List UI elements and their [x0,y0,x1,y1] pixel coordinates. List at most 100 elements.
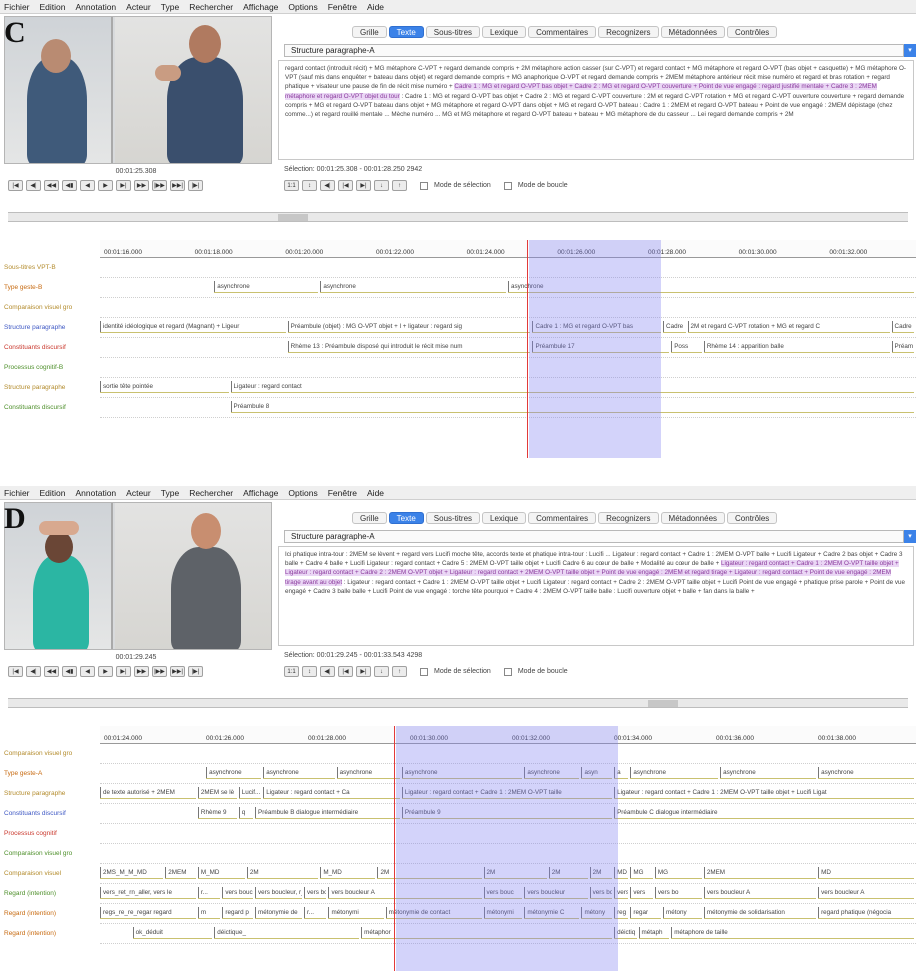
media-button[interactable]: ▶▶| [170,180,185,191]
time-cursor[interactable] [394,726,395,971]
selection-mode-checkbox[interactable] [420,181,428,190]
tab-controles[interactable]: Contrôles [727,512,778,524]
chevron-down-icon[interactable]: ▾ [904,44,916,57]
tier-label[interactable]: Regard (intention) [0,924,100,944]
timeline-view[interactable]: 00:01:16.000 00:01:18.000 00:01:20.000 00:0… [0,240,916,458]
media-button[interactable]: |▶▶ [152,180,167,191]
media-button[interactable]: |◀ [8,666,23,677]
overview-scrollbar[interactable] [8,212,908,222]
tier-track[interactable]: identité idéologique et regard (Magnant)… [100,318,916,338]
tab-texte[interactable]: Texte [388,26,424,38]
tier-label[interactable]: Structure paragraphe [0,378,100,398]
media-button[interactable]: ◀| [26,180,41,191]
media-button[interactable]: ◀| [26,666,41,677]
text-view[interactable]: regard contact (introduit récit) + MG mé… [278,60,914,160]
annotation-button[interactable]: |◀ [338,666,353,677]
timeline-view[interactable]: 00:01:24.000 00:01:26.000 00:01:28.000 00:0… [0,726,916,971]
tab-recognizers[interactable]: Recognizers [598,26,659,38]
tier-label[interactable]: Type geste-A [0,764,100,784]
tier-label[interactable]: Processus cognitif [0,824,100,844]
play-button[interactable]: ▶ [98,666,113,677]
annotation-button[interactable]: 1:1 [284,180,299,191]
media-button[interactable]: |▶▶ [152,666,167,677]
tier-track[interactable]: Rhème 13 : Préambule disposé qui introdu… [100,338,916,358]
menu-rechercher[interactable]: Rechercher [189,488,233,498]
loop-mode-checkbox[interactable] [503,667,512,676]
tier-label[interactable]: Comparaison visuel [0,864,100,884]
tab-commentaires[interactable]: Commentaires [528,512,597,524]
tier-label[interactable]: Constituants discursif [0,804,100,824]
annotation-button[interactable]: ↑ [392,666,407,677]
menu-affichage[interactable]: Affichage [243,2,278,12]
menu-aide[interactable]: Aide [367,2,384,12]
tier-track[interactable] [100,358,916,378]
tab-grille[interactable]: Grille [352,512,387,524]
video-player[interactable] [4,16,272,164]
loop-mode-checkbox[interactable] [503,181,512,190]
overview-thumb[interactable] [278,214,308,221]
menu-options[interactable]: Options [288,488,317,498]
annotation-button[interactable]: ▶| [356,180,371,191]
tier-select[interactable]: Structure paragraphe-A [284,44,904,57]
tier-track[interactable] [100,298,916,318]
tier-label[interactable]: Processus cognitif-B [0,358,100,378]
tier-label[interactable]: Comparaison visuel gro [0,744,100,764]
menu-edition[interactable]: Edition [40,488,66,498]
tier-label[interactable]: Structure paragraphe [0,784,100,804]
media-button[interactable]: ▶▶ [134,666,149,677]
overview-thumb[interactable] [648,700,678,707]
time-ruler[interactable]: 00:01:16.000 00:01:18.000 00:01:20.000 00:0… [100,240,916,258]
media-button[interactable]: ◀◀ [44,180,59,191]
tier-label[interactable]: Regard (intention) [0,904,100,924]
tier-track[interactable] [100,258,916,278]
menu-type[interactable]: Type [161,488,179,498]
menu-acteur[interactable]: Acteur [126,2,151,12]
menu-edition[interactable]: Edition [40,2,66,12]
menu-rechercher[interactable]: Rechercher [189,2,233,12]
play-button[interactable]: ▶ [98,180,113,191]
annotation-button[interactable]: ↕ [302,180,317,191]
annotation-button[interactable]: ◀| [320,180,335,191]
media-button[interactable]: ◀▮ [62,180,77,191]
annotation-button[interactable]: 1:1 [284,666,299,677]
tab-texte[interactable]: Texte [388,512,424,524]
tier-label[interactable]: Comparaison visuel gro [0,298,100,318]
tier-label[interactable]: Regard (intention) [0,884,100,904]
media-button[interactable]: ◀ [80,180,95,191]
media-button[interactable]: |◀ [8,180,23,191]
tab-grille[interactable]: Grille [352,26,387,38]
tab-lexique[interactable]: Lexique [482,512,527,524]
selection-region[interactable] [529,240,661,458]
tier-track[interactable]: sortie tête pointée Ligateur : regard con… [100,378,916,398]
tier-label[interactable]: Comparaison visuel gro [0,844,100,864]
annotation-button[interactable]: |◀ [338,180,353,191]
annotation-button[interactable]: ↓ [374,180,389,191]
menu-options[interactable]: Options [288,2,317,12]
annotation-button[interactable]: ↕ [302,666,317,677]
tier-label[interactable]: Constituants discursif [0,398,100,418]
tier-select[interactable]: Structure paragraphe-A [284,530,904,543]
tier-label[interactable]: Structure paragraphe [0,318,100,338]
tier-label[interactable]: Sous-titres VPT-B [0,258,100,278]
menu-fichier[interactable]: Fichier [4,2,30,12]
tab-lexique[interactable]: Lexique [482,26,527,38]
selection-mode-checkbox[interactable] [420,667,428,676]
media-button[interactable]: ▶| [116,666,131,677]
menu-fenetre[interactable]: Fenêtre [328,2,357,12]
annotation-button[interactable]: ◀| [320,666,335,677]
media-button[interactable]: ◀▮ [62,666,77,677]
menu-aide[interactable]: Aide [367,488,384,498]
tier-label[interactable]: Constituants discursif [0,338,100,358]
menu-acteur[interactable]: Acteur [126,488,151,498]
tab-recognizers[interactable]: Recognizers [598,512,659,524]
overview-scrollbar[interactable] [8,698,908,708]
tier-label[interactable]: Type geste-B [0,278,100,298]
video-player[interactable] [4,502,272,650]
tier-track[interactable]: asynchroneasynchroneasynchrone [100,278,916,298]
menu-affichage[interactable]: Affichage [243,488,278,498]
tab-controles[interactable]: Contrôles [727,26,778,38]
menu-annotation[interactable]: Annotation [76,488,117,498]
media-button[interactable]: |▶| [188,666,203,677]
media-button[interactable]: ▶▶ [134,180,149,191]
annotation-button[interactable]: ↓ [374,666,389,677]
